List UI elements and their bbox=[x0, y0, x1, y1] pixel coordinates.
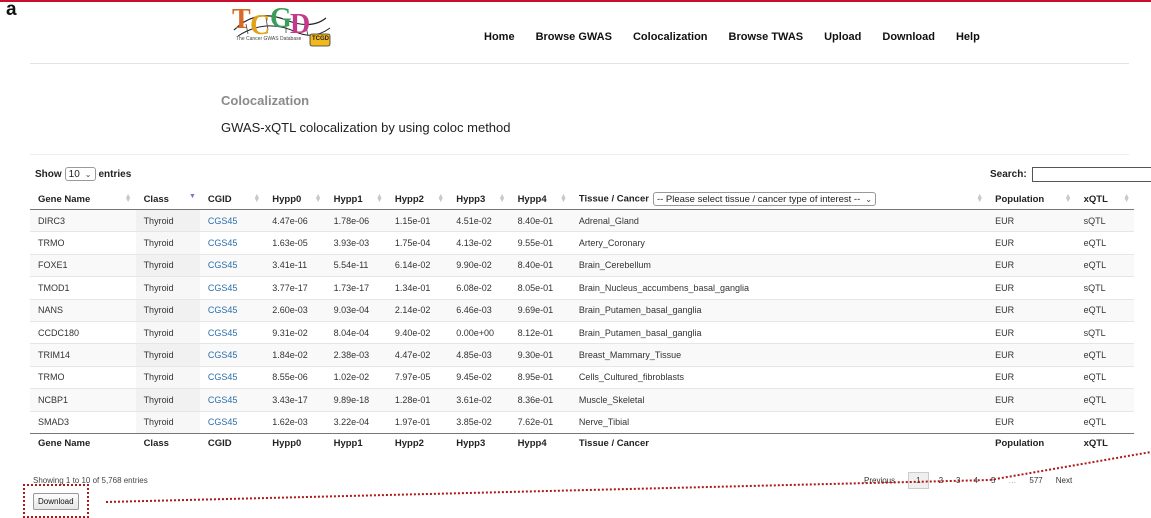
annotation-line-right bbox=[989, 451, 1151, 481]
annotation-lines bbox=[105, 451, 1151, 503]
annotation-line-bottom bbox=[105, 479, 991, 503]
